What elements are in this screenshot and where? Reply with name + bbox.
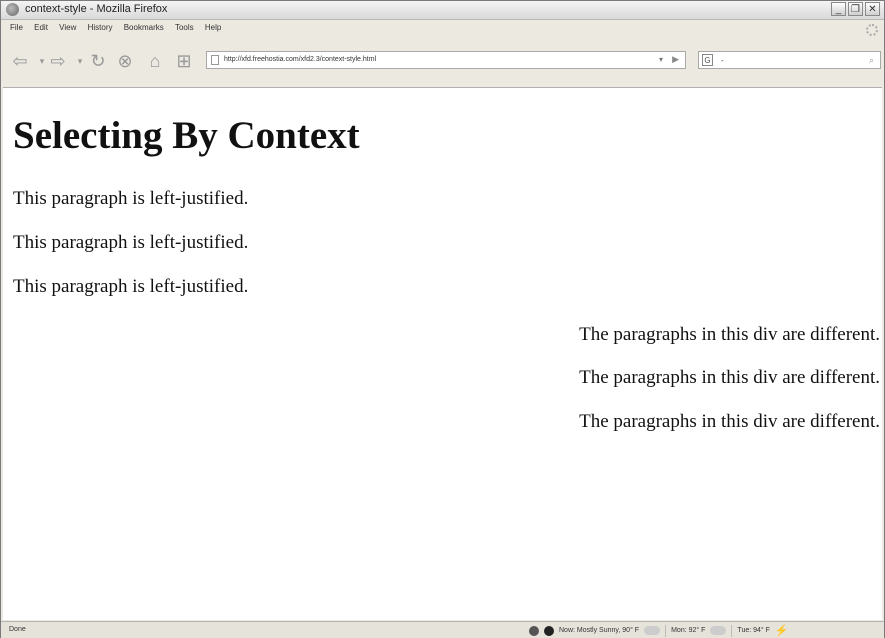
url-text[interactable]: http://xfd.freehostia.com/xfd2.3/context… xyxy=(224,56,376,63)
url-dropdown-icon[interactable]: ▾ xyxy=(659,55,663,64)
search-input[interactable]: - xyxy=(721,56,724,65)
left-paragraph: This paragraph is left-justified. xyxy=(13,276,249,297)
window-controls: _ ❐ ✕ xyxy=(831,2,880,16)
separator xyxy=(665,624,667,637)
search-icon[interactable]: ⌕ xyxy=(869,55,874,66)
menu-bookmarks[interactable]: Bookmarks xyxy=(124,23,164,32)
weather-tue: Tue: 94° F xyxy=(737,627,770,634)
menu-view[interactable]: View xyxy=(59,23,76,32)
left-paragraph: This paragraph is left-justified. xyxy=(13,232,249,253)
page-icon xyxy=(211,55,219,65)
forward-icon[interactable]: ⇨ xyxy=(47,51,69,71)
menu-help[interactable]: Help xyxy=(205,23,221,32)
menu-bar: File Edit View History Bookmarks Tools H… xyxy=(1,20,884,36)
window-title: context-style - Mozilla Firefox xyxy=(25,3,168,15)
throbber-icon xyxy=(866,24,878,36)
weather-mon: Mon: 92° F xyxy=(671,627,706,634)
addon-icon[interactable]: ⚡ xyxy=(775,624,789,637)
sun-cloud-icon xyxy=(644,626,661,635)
cloud-icon xyxy=(710,626,727,635)
back-icon[interactable]: ⇦ xyxy=(9,51,31,71)
address-bar[interactable]: http://xfd.freehostia.com/xfd2.3/context… xyxy=(206,51,686,69)
minimize-button[interactable]: _ xyxy=(831,2,846,16)
left-paragraph: This paragraph is left-justified. xyxy=(13,188,249,209)
status-icon xyxy=(529,625,539,636)
div-paragraph: The paragraphs in this div are different… xyxy=(579,367,880,388)
restore-button[interactable]: ❐ xyxy=(848,2,863,16)
menu-tools[interactable]: Tools xyxy=(175,23,194,32)
menu-file[interactable]: File xyxy=(10,23,23,32)
go-icon[interactable]: ▶ xyxy=(672,54,679,65)
title-bar: context-style - Mozilla Firefox _ ❐ ✕ xyxy=(1,1,884,20)
div-paragraph: The paragraphs in this div are different… xyxy=(579,324,880,345)
status-text: Done xyxy=(9,626,26,633)
firefox-icon xyxy=(6,3,19,16)
status-bar: Done Now: Mostly Sunny, 90° F Mon: 92° F… xyxy=(1,621,884,638)
page-content: Selecting By Context This paragraph is l… xyxy=(3,87,882,620)
new-tab-icon[interactable]: ⊞ xyxy=(173,51,195,71)
weather-now: Now: Mostly Sunny, 90° F xyxy=(559,627,640,634)
browser-window: context-style - Mozilla Firefox _ ❐ ✕ Fi… xyxy=(0,0,885,638)
page-heading: Selecting By Context xyxy=(13,114,360,157)
reload-icon[interactable]: ↻ xyxy=(87,51,109,71)
stop-icon[interactable]: ⊗ xyxy=(114,51,136,71)
weather-widget: Now: Mostly Sunny, 90° F Mon: 92° F Tue:… xyxy=(529,624,789,637)
separator xyxy=(731,624,733,637)
menu-edit[interactable]: Edit xyxy=(34,23,48,32)
home-icon[interactable]: ⌂ xyxy=(144,51,166,71)
div-paragraph: The paragraphs in this div are different… xyxy=(579,411,880,432)
close-button[interactable]: ✕ xyxy=(865,2,880,16)
menu-history[interactable]: History xyxy=(88,23,113,32)
globe-icon xyxy=(544,625,554,636)
search-engine-icon[interactable]: G xyxy=(702,54,713,66)
navigation-toolbar: ⇦ ▾ ⇨ ▾ ↻ ⊗ ⌂ ⊞ http://xfd.freehostia.co… xyxy=(1,37,884,87)
search-box[interactable]: G - ⌕ xyxy=(698,51,881,69)
